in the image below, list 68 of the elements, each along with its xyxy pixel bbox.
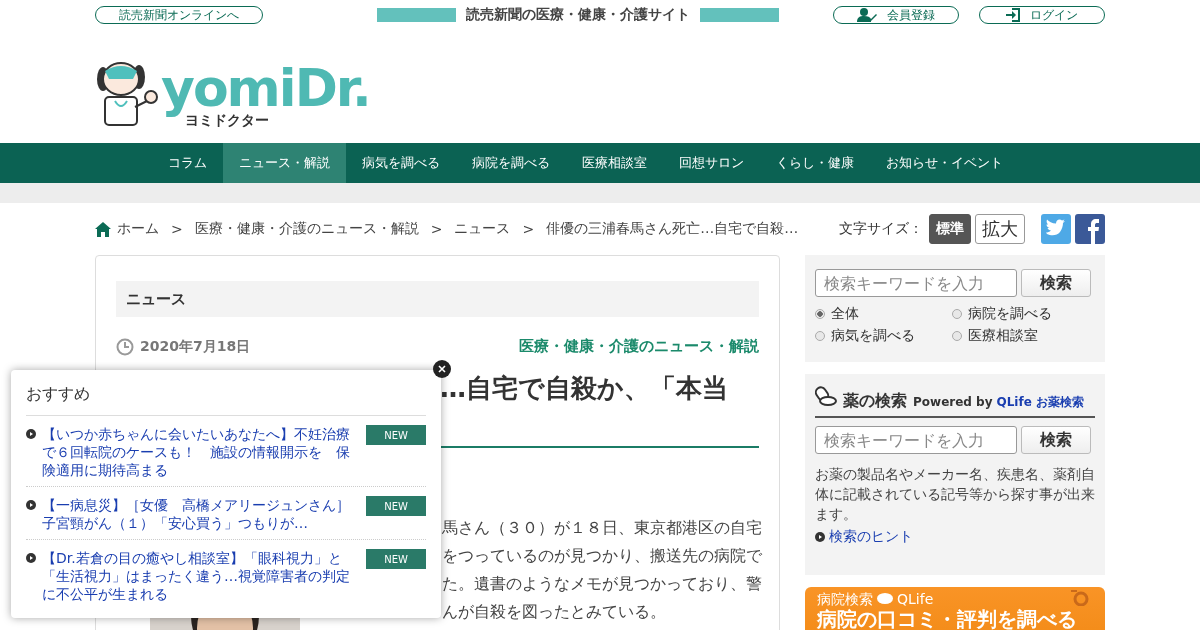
article-text-line: んが自殺を図ったとみている。: [442, 601, 667, 623]
article-title: …自宅で自殺か、「本当: [440, 372, 729, 405]
bullet-icon: [26, 553, 36, 563]
breadcrumb-link[interactable]: 俳優の三浦春馬さん死亡…自宅で自殺…: [546, 220, 799, 238]
section-heading: ニュース: [116, 281, 759, 317]
nav-tab[interactable]: くらし・健康: [759, 143, 870, 183]
radio-label: 全体: [831, 305, 859, 323]
article-text-line: をつっているのが見つかり、搬送先の病院で: [442, 545, 762, 567]
drug-search-description: お薬の製品名やメーカー名、疾患名、薬剤自体に記載されている記号等から探す事が出来ます。: [815, 465, 1095, 524]
search-field[interactable]: 検索キーワードを入力: [815, 269, 1017, 297]
radio-button[interactable]: [952, 331, 962, 341]
banner-headline: 病院の口コミ・評判を調べる: [817, 607, 1077, 630]
user-icon: [857, 8, 877, 22]
font-size-button[interactable]: 標準: [929, 214, 971, 244]
breadcrumb-separator: >: [522, 221, 535, 237]
breadcrumb-link[interactable]: ホーム: [117, 220, 159, 238]
article-date: 2020年7月18日: [140, 337, 251, 356]
radio-button[interactable]: [815, 309, 825, 319]
nav-tab[interactable]: 回想サロン: [662, 143, 760, 183]
breadcrumb-link[interactable]: ニュース: [454, 220, 511, 238]
dog-mascot-drawing: [95, 61, 159, 127]
bullet-icon: [26, 500, 36, 510]
nav-tab[interactable]: 病院を調べる: [455, 143, 566, 183]
search-field[interactable]: 検索キーワードを入力: [815, 426, 1017, 454]
clock-icon: [116, 337, 134, 356]
font-size-button[interactable]: 拡大: [975, 214, 1025, 244]
nav-tab[interactable]: 病気を調べる: [345, 143, 456, 183]
search-hint-link[interactable]: 検索のヒント: [829, 528, 913, 546]
new-badge: NEW: [366, 425, 426, 445]
radio-button[interactable]: [952, 309, 962, 319]
recommended-article-link[interactable]: 【一病息災】［女優 高橋メアリージュンさん］子宮頸がん（１）「安心買う」つもりが…: [42, 496, 360, 532]
chat-bubble-icon: [877, 593, 893, 605]
home-icon: [95, 221, 111, 237]
nav-tab[interactable]: お知らせ・イベント: [869, 143, 1019, 183]
article-text-line: 馬さん（３０）が１８日、東京都港区の自宅: [442, 517, 762, 539]
breadcrumb-separator: >: [171, 221, 183, 237]
new-badge: NEW: [366, 496, 426, 516]
facebook-icon[interactable]: [1075, 214, 1105, 244]
pills-icon: [815, 386, 837, 406]
bullet-icon: [26, 429, 36, 439]
nav-tab[interactable]: コラム: [151, 143, 223, 183]
category-link[interactable]: 医療・健康・介護のニュース・解説: [519, 337, 759, 356]
nav-tab[interactable]: ニュース・解説: [222, 143, 346, 183]
door-icon: [1006, 8, 1020, 22]
popup-title: おすすめ: [26, 384, 426, 416]
drug-search-title: 薬の検索: [843, 391, 907, 412]
powered-by-label: Powered by: [913, 395, 993, 409]
radio-label: 医療相談室: [968, 327, 1038, 345]
search-button[interactable]: 検索: [1021, 426, 1091, 454]
banner-provider: QLife: [897, 591, 934, 607]
nav-tab[interactable]: 医療相談室: [565, 143, 663, 183]
search-button[interactable]: 検索: [1021, 269, 1091, 297]
banner-label: 病院検索: [817, 591, 873, 607]
breadcrumb-link[interactable]: 医療・健康・介護のニュース・解説: [194, 220, 419, 238]
recommended-article-link[interactable]: 【Dr.若倉の目の癒やし相談室】「眼科視力」と「生活視力」はまったく違う…視覚障害者の判定に不公平が生まれる: [42, 549, 360, 603]
radio-label: 病気を調べる: [831, 327, 915, 345]
close-icon: [438, 365, 446, 373]
breadcrumb-separator: >: [430, 221, 443, 237]
font-size-label: 文字サイズ：: [839, 220, 923, 238]
radio-button[interactable]: [815, 331, 825, 341]
radio-label: 病院を調べる: [968, 305, 1052, 323]
bullet-icon: [815, 532, 825, 542]
provider-link[interactable]: QLife お薬検索: [996, 394, 1084, 411]
recommended-article-link[interactable]: 【いつか赤ちゃんに会いたいあなたへ】不妊治療で６回転院のケースも！ 施設の情報開示を 保険適用に期待高まる: [42, 425, 360, 479]
article-text-line: た。遺書のようなメモが見つかっており、警: [442, 573, 762, 595]
new-badge: NEW: [366, 549, 426, 569]
site-tagline: 読売新聞の医療・健康・介護サイト: [466, 6, 690, 24]
close-button[interactable]: [433, 360, 451, 378]
